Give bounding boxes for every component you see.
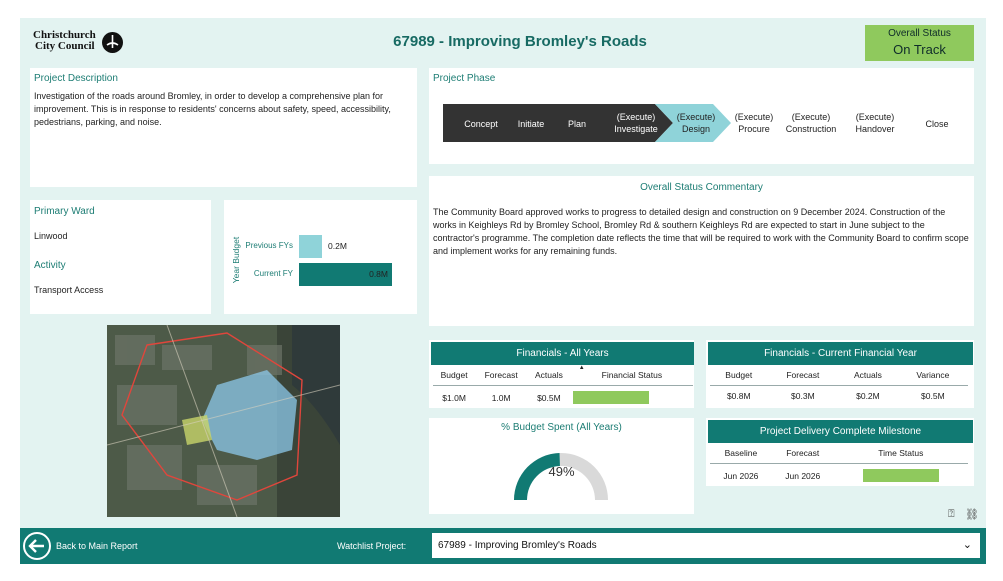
fin-cur-actuals-value: $0.2M bbox=[856, 391, 880, 401]
fin-cur-header-actuals: Actuals bbox=[838, 366, 898, 386]
fin-all-header-status: Financial Status ▲ bbox=[570, 365, 693, 386]
budget-bar-label: Previous FYs bbox=[245, 241, 293, 250]
budget-spent-card: % Budget Spent (All Years) 49% bbox=[429, 418, 694, 514]
overall-status-value: On Track bbox=[893, 42, 946, 57]
logo-line2: City Council bbox=[35, 40, 95, 52]
time-status-indicator bbox=[862, 469, 939, 482]
fin-cur-header-budget: Budget bbox=[710, 366, 768, 386]
project-description-label: Project Description bbox=[34, 73, 118, 84]
footer-bar: Back to Main Report Watchlist Project: 6… bbox=[20, 528, 986, 564]
financials-current-fy-title: Financials - Current Financial Year bbox=[708, 342, 973, 365]
budget-spent-percent: 49% bbox=[548, 464, 575, 479]
status-commentary-label: Overall Status Commentary bbox=[640, 182, 763, 193]
project-phase-label: Project Phase bbox=[433, 73, 496, 84]
primary-ward-value: Linwood bbox=[34, 231, 68, 241]
milestone-table: Baseline Forecast Time Status Jun 2026 J… bbox=[710, 444, 968, 487]
project-location-map[interactable] bbox=[107, 325, 340, 517]
activity-value: Transport Access bbox=[34, 285, 104, 295]
watchlist-project-select[interactable]: 67989 - Improving Bromley's Roads ⌄ bbox=[432, 533, 980, 558]
milestone-forecast-value: Jun 2026 bbox=[785, 470, 821, 481]
chevron-down-icon: ⌄ bbox=[962, 539, 972, 551]
phase-step-line1: Close bbox=[925, 119, 949, 129]
primary-ward-label: Primary Ward bbox=[34, 206, 95, 217]
fin-all-header-forecast: Forecast bbox=[475, 366, 528, 386]
budget-bar-value: 0.8M bbox=[369, 269, 388, 279]
fin-all-forecast-value: 1.0M bbox=[491, 392, 511, 403]
fin-cur-variance-value: $0.5M bbox=[921, 391, 945, 401]
fin-all-actuals-value: $0.5M bbox=[537, 392, 561, 403]
status-commentary-card: Overall Status Commentary The Community … bbox=[429, 176, 974, 326]
phase-step: Close bbox=[897, 118, 977, 130]
fin-all-header-actuals: Actuals bbox=[527, 366, 571, 386]
milestone-title: Project Delivery Complete Milestone bbox=[708, 420, 973, 443]
status-commentary-text: The Community Board approved works to pr… bbox=[433, 207, 969, 256]
milestone-header-forecast: Forecast bbox=[771, 444, 834, 464]
fin-all-header-budget: Budget bbox=[433, 366, 476, 386]
fin-cur-header-variance: Variance bbox=[897, 366, 968, 386]
page-title: 67989 - Improving Bromley's Roads bbox=[393, 33, 647, 50]
project-description-card: Project Description Investigation of the… bbox=[30, 68, 417, 187]
logo-mark-icon bbox=[102, 32, 123, 53]
help-icon[interactable]: ⍰ bbox=[948, 508, 955, 521]
financials-all-years-table: Budget Forecast Actuals Financial Status… bbox=[433, 365, 693, 409]
budget-bar-label: Current FY bbox=[253, 269, 293, 278]
overall-status-label: Overall Status bbox=[888, 28, 951, 39]
watchlist-label: Watchlist Project: bbox=[337, 541, 407, 551]
financials-all-years-title: Financials - All Years bbox=[431, 342, 694, 365]
fin-cur-header-forecast: Forecast bbox=[767, 366, 839, 386]
milestone-header-baseline: Baseline bbox=[710, 444, 772, 464]
fin-cur-budget-value: $0.8M bbox=[726, 391, 751, 401]
overall-status-badge: Overall Status On Track bbox=[865, 25, 974, 61]
year-budget-axis-label: Year Budget bbox=[231, 236, 241, 284]
fin-all-budget-value: $1.0M bbox=[442, 392, 466, 403]
fin-cur-forecast-value: $0.3M bbox=[791, 391, 815, 401]
back-to-main-report-link[interactable]: Back to Main Report bbox=[56, 541, 138, 551]
budget-bar bbox=[299, 235, 322, 258]
year-budget-card: Year Budget Previous FYs 0.2M Current FY 0.… bbox=[224, 200, 417, 314]
sort-ascending-icon[interactable]: ▲ bbox=[579, 365, 585, 371]
financials-current-fy-table: Budget Forecast Actuals Variance $0.8M $… bbox=[710, 366, 968, 406]
link-icon[interactable]: ⛓ bbox=[965, 508, 979, 521]
financial-status-indicator bbox=[572, 391, 649, 404]
milestone-baseline-value: Jun 2026 bbox=[723, 470, 759, 481]
milestone-header-time-status: Time Status bbox=[833, 444, 968, 464]
back-arrow-icon[interactable] bbox=[23, 532, 51, 560]
budget-bar-value: 0.2M bbox=[328, 241, 347, 251]
watchlist-project-value: 67989 - Improving Bromley's Roads bbox=[438, 540, 597, 551]
primary-ward-card: Primary Ward Linwood Activity Transport … bbox=[30, 200, 211, 314]
council-logo: Christchurch City Council bbox=[33, 30, 133, 56]
budget-spent-title: % Budget Spent (All Years) bbox=[501, 422, 622, 433]
activity-label: Activity bbox=[34, 260, 66, 271]
project-description-text: Investigation of the roads around Bromle… bbox=[34, 91, 391, 127]
